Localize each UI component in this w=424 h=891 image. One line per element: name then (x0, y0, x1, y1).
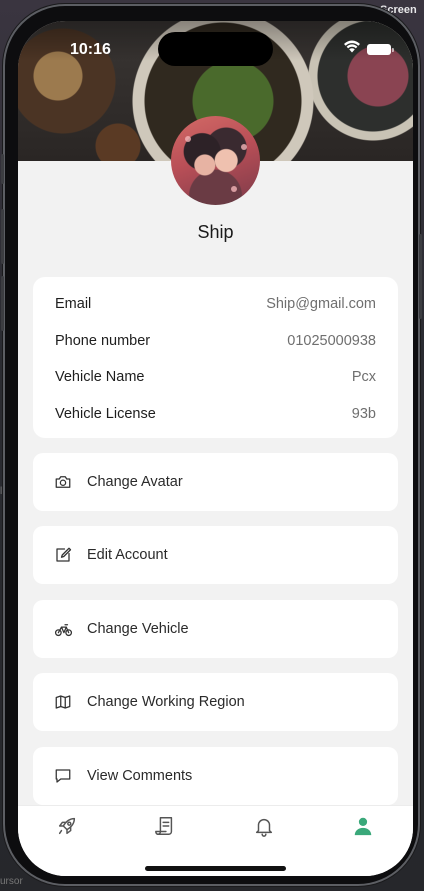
action-button (1, 154, 4, 184)
avatar-petal (241, 144, 247, 150)
battery-icon (367, 43, 394, 55)
change-vehicle-button[interactable]: Change Vehicle (33, 600, 398, 658)
avatar-petal (231, 186, 237, 192)
action-label: View Comments (87, 768, 193, 784)
profile-info-card: Email Ship@gmail.com Phone number 010250… (33, 277, 398, 438)
volume-up-button (1, 209, 4, 264)
edit-icon (53, 545, 73, 565)
info-row-email: Email Ship@gmail.com (55, 294, 376, 314)
status-icons (343, 40, 394, 58)
rocket-icon (56, 815, 78, 842)
phone-frame: 10:16 Ship Email Ship@gmail.com Phone nu… (1, 4, 422, 886)
action-label: Edit Account (87, 547, 168, 563)
info-label: Vehicle Name (55, 369, 145, 385)
wifi-icon (343, 40, 361, 58)
app-screen: 10:16 Ship Email Ship@gmail.com Phone nu… (18, 21, 413, 876)
dynamic-island (158, 32, 273, 66)
info-label: Email (55, 296, 92, 312)
info-value: Ship@gmail.com (266, 296, 376, 312)
action-label: Change Avatar (87, 474, 183, 490)
info-label: Phone number (55, 333, 151, 349)
home-indicator[interactable] (145, 866, 286, 871)
action-label: Change Vehicle (87, 621, 189, 637)
avatar[interactable] (171, 116, 260, 205)
camera-icon (53, 472, 73, 492)
info-label: Vehicle License (55, 406, 156, 422)
view-comments-button[interactable]: View Comments (33, 747, 398, 805)
status-time: 10:16 (70, 41, 111, 58)
comment-icon (53, 766, 73, 786)
info-row-vehicle-license: Vehicle License 93b (55, 404, 376, 424)
tab-notifications[interactable] (252, 816, 276, 840)
avatar-petal (185, 136, 191, 142)
bicycle-icon (53, 619, 73, 639)
volume-down-button (1, 276, 4, 331)
tab-profile[interactable] (351, 816, 375, 840)
info-value: 01025000938 (287, 333, 376, 349)
user-icon (352, 815, 374, 842)
tab-orders[interactable] (153, 816, 177, 840)
info-row-vehicle-name: Vehicle Name Pcx (55, 367, 376, 387)
change-working-region-button[interactable]: Change Working Region (33, 673, 398, 731)
profile-name: Ship (197, 222, 234, 242)
info-value: Pcx (351, 369, 376, 385)
info-value: 93b (351, 406, 376, 422)
power-button (419, 234, 422, 319)
tab-home[interactable] (55, 816, 79, 840)
orders-receipt-icon (154, 815, 176, 842)
map-icon (53, 692, 73, 712)
info-row-phone: Phone number 01025000938 (55, 331, 376, 351)
bell-icon (253, 815, 275, 842)
change-avatar-button[interactable]: Change Avatar (33, 453, 398, 511)
edit-account-button[interactable]: Edit Account (33, 526, 398, 584)
action-label: Change Working Region (87, 694, 245, 710)
